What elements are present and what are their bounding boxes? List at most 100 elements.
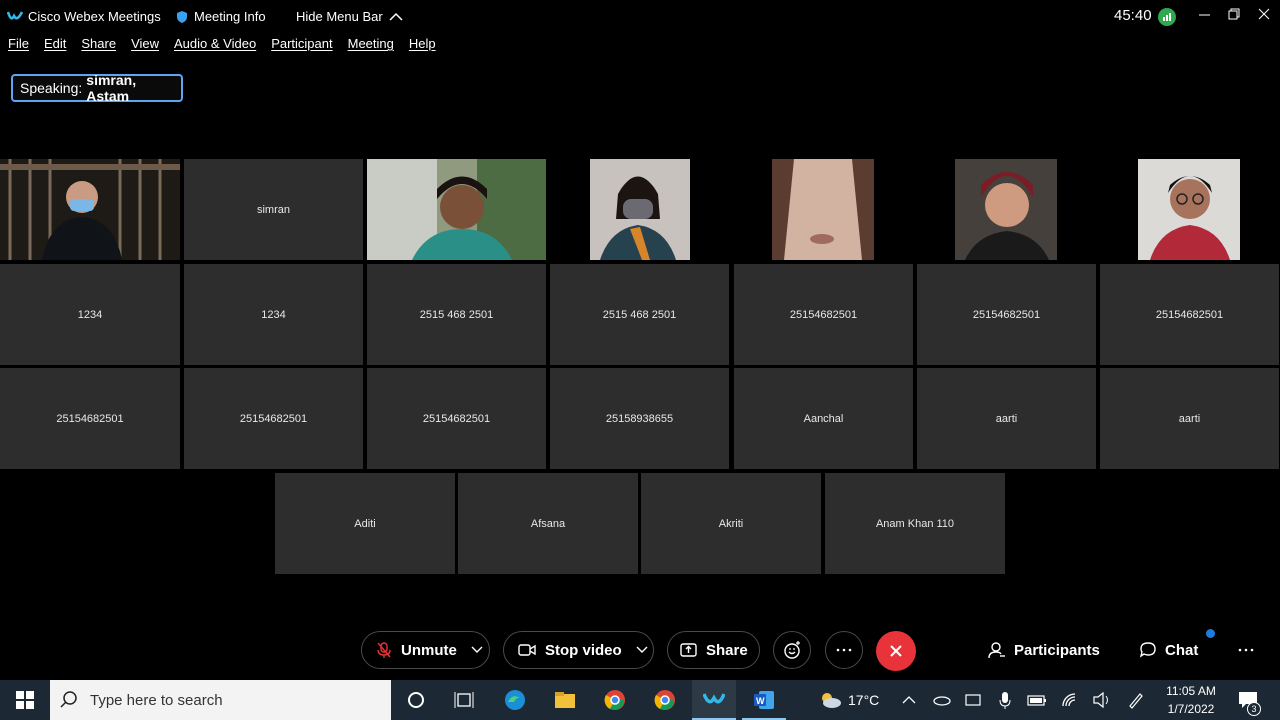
menu-help[interactable]: Help bbox=[409, 36, 436, 58]
more-horizontal-icon bbox=[836, 648, 852, 652]
video-tile-participant-7[interactable] bbox=[1100, 159, 1279, 260]
minimize-button[interactable] bbox=[1190, 3, 1220, 25]
windows-taskbar: Type here to search W 17°C 11:05 AM 1/7/… bbox=[0, 680, 1280, 720]
chrome-browser-icon[interactable] bbox=[653, 688, 677, 712]
participant-tile[interactable]: aarti bbox=[917, 368, 1096, 469]
chat-bubble-icon bbox=[1139, 642, 1156, 658]
participant-tile[interactable]: Aanchal bbox=[734, 368, 913, 469]
participant-video-feed bbox=[1100, 159, 1279, 260]
participant-name: 25154682501 bbox=[239, 412, 308, 425]
participant-tile[interactable]: 1234 bbox=[184, 264, 363, 365]
chevron-up-icon bbox=[902, 696, 916, 704]
app-title-text: Cisco Webex Meetings bbox=[28, 9, 161, 24]
menu-share[interactable]: Share bbox=[81, 36, 116, 58]
battery-icon[interactable] bbox=[1025, 688, 1049, 712]
hide-menu-label: Hide Menu Bar bbox=[296, 9, 383, 24]
speaking-indicator: Speaking: simran, Astam bbox=[11, 72, 183, 104]
task-view-icon bbox=[454, 692, 474, 708]
participant-name: 2515 468 2501 bbox=[419, 308, 494, 321]
stop-video-label: Stop video bbox=[545, 641, 622, 659]
share-button[interactable]: Share bbox=[667, 631, 760, 669]
more-menu-button[interactable] bbox=[1238, 631, 1254, 669]
participant-tile[interactable]: Aditi bbox=[275, 473, 455, 574]
cortana-button[interactable] bbox=[404, 688, 428, 712]
network-signal-icon[interactable] bbox=[1158, 8, 1176, 26]
task-view-button[interactable] bbox=[452, 688, 476, 712]
participant-name: 25154682501 bbox=[972, 308, 1041, 321]
participant-tile[interactable]: 25154682501 bbox=[734, 264, 913, 365]
chat-button[interactable]: Chat bbox=[1139, 631, 1198, 669]
search-placeholder: Type here to search bbox=[90, 691, 223, 709]
reactions-button[interactable] bbox=[773, 631, 811, 669]
video-tile-participant-6[interactable] bbox=[917, 159, 1096, 260]
volume-icon[interactable] bbox=[1090, 688, 1114, 712]
participant-name: 25154682501 bbox=[789, 308, 858, 321]
participant-tile[interactable]: 1234 bbox=[0, 264, 180, 365]
participant-tile[interactable]: Anam Khan 110 bbox=[825, 473, 1005, 574]
wifi-icon[interactable] bbox=[1058, 688, 1082, 712]
unmute-button[interactable]: Unmute bbox=[361, 631, 490, 669]
leave-meeting-button[interactable] bbox=[876, 631, 916, 671]
participants-button[interactable]: Participants bbox=[988, 631, 1100, 669]
menu-file[interactable]: File bbox=[8, 36, 29, 58]
hide-menu-bar-button[interactable]: Hide Menu Bar bbox=[296, 9, 403, 24]
restore-button[interactable] bbox=[1220, 3, 1250, 25]
participant-tile-simran[interactable]: simran bbox=[184, 159, 363, 260]
file-explorer-icon[interactable] bbox=[553, 688, 577, 712]
search-icon bbox=[60, 691, 77, 708]
speaking-label: Speaking: bbox=[20, 80, 83, 96]
pen-input-icon[interactable] bbox=[1124, 688, 1148, 712]
show-hidden-icons-button[interactable] bbox=[897, 688, 921, 712]
participant-name: Anam Khan 110 bbox=[875, 517, 955, 530]
participant-tile[interactable]: 25158938655 bbox=[550, 368, 729, 469]
participant-name: 1234 bbox=[261, 308, 286, 321]
video-tile-participant-4[interactable] bbox=[550, 159, 729, 260]
video-tile-participant-5[interactable] bbox=[734, 159, 913, 260]
chevron-down-icon bbox=[636, 646, 648, 653]
word-taskbar-button[interactable]: W bbox=[742, 680, 786, 720]
webex-taskbar-button[interactable] bbox=[692, 680, 736, 720]
menu-edit[interactable]: Edit bbox=[44, 36, 66, 58]
menu-meeting[interactable]: Meeting bbox=[348, 36, 394, 58]
svg-text:W: W bbox=[756, 696, 765, 706]
participant-tile[interactable]: 25154682501 bbox=[1100, 264, 1279, 365]
participant-tile[interactable]: 2515 468 2501 bbox=[367, 264, 546, 365]
menu-view[interactable]: View bbox=[131, 36, 159, 58]
video-tile-participant-1[interactable] bbox=[0, 159, 180, 260]
word-icon: W bbox=[754, 691, 774, 709]
meeting-controls-bar: Unmute Stop video Share Participants Cha… bbox=[0, 620, 1280, 680]
system-clock-time[interactable]: 11:05 AM bbox=[1158, 684, 1224, 698]
more-options-button[interactable] bbox=[825, 631, 863, 669]
stop-video-button[interactable]: Stop video bbox=[503, 631, 654, 669]
chevron-up-icon bbox=[389, 12, 403, 21]
menu-participant[interactable]: Participant bbox=[271, 36, 332, 58]
participant-tile[interactable]: 25154682501 bbox=[0, 368, 180, 469]
participant-tile[interactable]: 25154682501 bbox=[917, 264, 1096, 365]
participant-tile[interactable]: 25154682501 bbox=[367, 368, 546, 469]
participant-tile[interactable]: aarti bbox=[1100, 368, 1279, 469]
close-window-button[interactable] bbox=[1250, 3, 1280, 25]
edge-browser-icon[interactable] bbox=[503, 688, 527, 712]
video-camera-icon bbox=[518, 644, 536, 656]
app-title: Cisco Webex Meetings bbox=[7, 9, 161, 24]
webex-logo-icon bbox=[7, 10, 23, 20]
chrome-browser-icon[interactable] bbox=[603, 688, 627, 712]
weather-icon[interactable] bbox=[818, 688, 842, 712]
video-tile-participant-3[interactable] bbox=[367, 159, 546, 260]
microphone-in-use-icon[interactable] bbox=[993, 688, 1017, 712]
participant-video-feed bbox=[550, 159, 729, 260]
participant-tile[interactable]: 2515 468 2501 bbox=[550, 264, 729, 365]
participant-tile[interactable]: Afsana bbox=[458, 473, 638, 574]
meet-now-icon[interactable] bbox=[961, 688, 985, 712]
start-button[interactable] bbox=[13, 688, 37, 712]
taskbar-search-box[interactable]: Type here to search bbox=[50, 680, 391, 720]
participant-name: 1234 bbox=[77, 308, 103, 321]
participant-name: simran bbox=[256, 203, 290, 216]
participant-tile[interactable]: 25154682501 bbox=[184, 368, 363, 469]
meeting-info-button[interactable]: Meeting Info bbox=[176, 9, 266, 24]
system-clock-date[interactable]: 1/7/2022 bbox=[1158, 702, 1224, 716]
participant-video-feed bbox=[917, 159, 1096, 260]
participant-tile[interactable]: Akriti bbox=[641, 473, 821, 574]
menu-audio-video[interactable]: Audio & Video bbox=[174, 36, 256, 58]
onedrive-icon[interactable] bbox=[929, 688, 953, 712]
